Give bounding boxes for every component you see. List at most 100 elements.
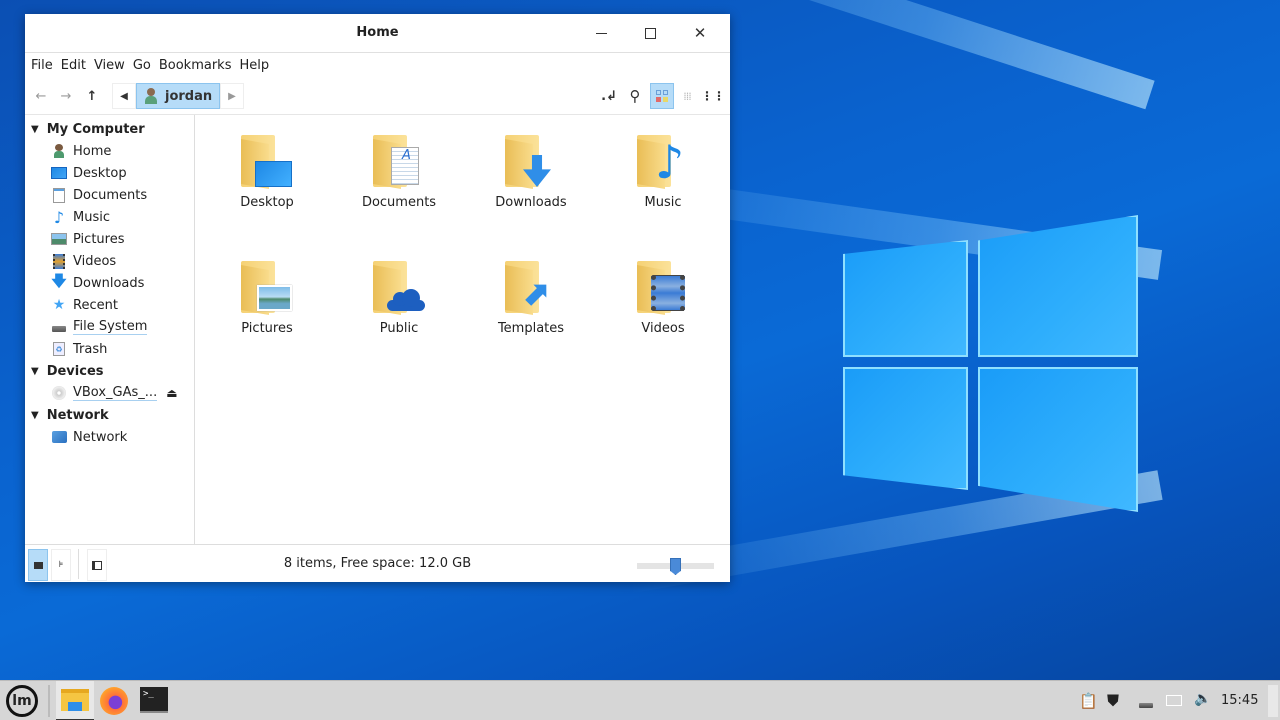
file-label: Downloads — [495, 195, 567, 210]
eject-icon[interactable]: ⏏ — [166, 386, 177, 400]
divider — [48, 685, 50, 717]
search-button[interactable]: ⚲ — [624, 83, 646, 109]
section-network[interactable]: ▼ Network — [25, 404, 194, 426]
caret-left-icon: ◀ — [120, 90, 128, 102]
folder-public[interactable]: Public — [344, 261, 454, 336]
drive-icon — [51, 319, 67, 335]
desktop-icon — [51, 165, 67, 181]
location-toggle-icon: .↲ — [601, 88, 617, 104]
sidebar-item-videos[interactable]: Videos — [25, 250, 194, 272]
title-bar[interactable]: Home ✕ — [25, 14, 730, 53]
compact-view-icon: ⁞⁞⁞ — [683, 89, 691, 103]
breadcrumb-left-button[interactable]: ◀ — [112, 83, 136, 109]
folder-documents[interactable]: A Documents — [344, 135, 454, 210]
menu-go[interactable]: Go — [133, 58, 151, 73]
section-title: Devices — [46, 363, 104, 379]
pictures-icon — [51, 231, 67, 247]
file-label: Templates — [497, 321, 565, 336]
menu-view[interactable]: View — [94, 58, 125, 73]
forward-button[interactable]: → — [55, 83, 77, 109]
section-title: My Computer — [46, 121, 145, 137]
toggle-location-button[interactable]: .↲ — [598, 83, 620, 109]
arrow-right-icon: → — [60, 88, 72, 104]
file-manager-window: Home ✕ File Edit View Go Bookmarks Help … — [25, 14, 730, 582]
taskbar-firefox-button[interactable] — [98, 685, 130, 717]
icon-view-button[interactable] — [650, 83, 674, 109]
folder-downloads[interactable]: Downloads — [476, 135, 586, 210]
picture-emblem-icon — [257, 285, 292, 311]
folder-videos[interactable]: Videos — [608, 261, 718, 336]
folder-desktop[interactable]: Desktop — [212, 135, 322, 210]
videos-icon — [51, 253, 67, 269]
arrow-left-icon: ← — [35, 88, 47, 104]
caret-right-icon: ▶ — [228, 90, 236, 102]
sidebar-item-vbox[interactable]: VBox_GAs_... ⏏ — [25, 382, 194, 404]
compact-view-button[interactable]: ⁞⁞⁞ — [676, 83, 698, 109]
downloads-icon: 🡇 — [51, 271, 67, 290]
sidebar-item-label: Home — [73, 143, 112, 159]
sidebar-item-desktop[interactable]: Desktop — [25, 162, 194, 184]
menu-file[interactable]: File — [31, 58, 53, 73]
mint-logo-icon: lm — [12, 693, 32, 709]
cloud-emblem-icon — [387, 289, 425, 311]
sidebar-item-pictures[interactable]: Pictures — [25, 228, 194, 250]
menu-bookmarks[interactable]: Bookmarks — [159, 58, 232, 73]
sidebar-item-music[interactable]: ♪ Music — [25, 206, 194, 228]
document-emblem-icon: A — [391, 147, 419, 185]
show-desktop-button[interactable] — [1268, 685, 1278, 717]
taskbar-terminal-button[interactable]: >_ — [140, 687, 168, 713]
sidebar-item-home[interactable]: Home — [25, 140, 194, 162]
close-button[interactable]: ✕ — [688, 22, 712, 44]
list-view-button[interactable]: ⋮⋮ — [701, 83, 725, 109]
sidebar-item-downloads[interactable]: 🡇 Downloads — [25, 272, 194, 294]
section-title: Network — [46, 407, 109, 423]
status-text: 8 items, Free space: 12.0 GB — [283, 556, 472, 571]
sidebar-item-label: Downloads — [73, 275, 145, 291]
section-my-computer[interactable]: ▼ My Computer — [25, 118, 194, 140]
up-button[interactable]: ↑ — [81, 83, 103, 109]
menu-help[interactable]: Help — [239, 58, 269, 73]
sidebar-item-file-system[interactable]: File System — [25, 316, 194, 338]
network-icon[interactable] — [1166, 695, 1182, 706]
search-icon: ⚲ — [629, 87, 641, 105]
folder-icon — [505, 135, 557, 189]
breadcrumb-right-button[interactable]: ▶ — [220, 83, 244, 109]
folder-music[interactable]: ♪ Music — [608, 135, 718, 210]
sidebar-item-label: Network — [73, 429, 128, 445]
template-emblem-icon: ⬈ — [521, 274, 550, 314]
music-icon: ♪ — [53, 207, 65, 227]
menu-edit[interactable]: Edit — [61, 58, 86, 73]
folder-icon: ⬈ — [505, 261, 557, 315]
desktop-emblem-icon — [255, 161, 292, 187]
user-icon — [145, 88, 157, 104]
sidebar: ▼ My Computer Home Desktop Documents ♪ Mus… — [25, 115, 195, 544]
back-button[interactable]: ← — [30, 83, 52, 109]
file-label: Videos — [641, 321, 685, 336]
folder-pictures[interactable]: Pictures — [212, 261, 322, 336]
taskbar-files-button[interactable] — [56, 681, 94, 720]
drive-icon[interactable] — [1139, 703, 1153, 708]
zoom-slider[interactable] — [637, 558, 714, 575]
sidebar-item-recent[interactable]: ★ Recent — [25, 294, 194, 316]
close-icon: ✕ — [693, 24, 707, 42]
shield-icon[interactable]: ⛊ — [1107, 691, 1119, 711]
toolbar: ← → ↑ ◀ jordan ▶ .↲ ⚲ ⁞⁞⁞ ⋮⋮ — [25, 78, 730, 114]
volume-icon[interactable]: 🔈 — [1194, 691, 1211, 707]
mint-menu-button[interactable]: lm — [6, 685, 38, 717]
folder-icon — [373, 261, 425, 315]
folder-icon — [637, 261, 689, 315]
minimize-button[interactable] — [589, 22, 613, 44]
maximize-icon — [644, 27, 656, 39]
sidebar-item-documents[interactable]: Documents — [25, 184, 194, 206]
folder-icon: ♪ — [637, 135, 689, 189]
section-devices[interactable]: ▼ Devices — [25, 360, 194, 382]
clock[interactable]: 15:45 — [1221, 693, 1258, 708]
folder-templates[interactable]: ⬈ Templates — [476, 261, 586, 336]
breadcrumb-home[interactable]: jordan — [136, 83, 220, 109]
maximize-button[interactable] — [638, 22, 662, 44]
clipboard-icon[interactable]: 📋 — [1079, 692, 1098, 710]
sidebar-item-trash[interactable]: ♻ Trash — [25, 338, 194, 360]
network-icon — [51, 429, 67, 445]
zoom-slider-handle[interactable] — [670, 558, 681, 575]
sidebar-item-network[interactable]: Network — [25, 426, 194, 448]
